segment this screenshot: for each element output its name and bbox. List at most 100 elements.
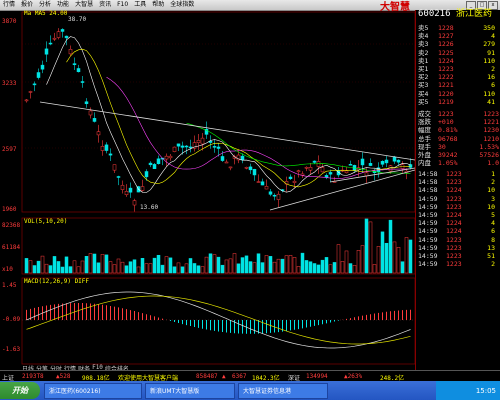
stat-value-right: 1230: [483, 126, 499, 135]
candle-body: [312, 160, 317, 163]
volume-bar: [92, 253, 97, 274]
stat-row: 幅度 0.81% 1230: [416, 126, 500, 134]
tick-time: 14:59: [418, 194, 438, 203]
volume-bar: [112, 264, 117, 274]
stat-value: 1.05%: [438, 159, 458, 168]
order-volume: 6: [491, 81, 495, 90]
tick-time: 14:58: [418, 186, 438, 195]
price-label: 1960: [2, 206, 17, 213]
volume-bar: [304, 260, 309, 274]
volume-bar: [200, 266, 205, 274]
volume-bar: [64, 256, 69, 274]
taskbar-item[interactable]: 新浪UMT大智慧版: [145, 382, 235, 399]
volume-bar: [204, 256, 209, 274]
macd-label: -1.63: [2, 346, 21, 353]
volume-bar: [228, 258, 233, 274]
tick-volume: 13: [487, 243, 495, 252]
menu-item[interactable]: 分析: [36, 0, 54, 10]
candle-body: [240, 155, 245, 161]
volume-bar: [48, 265, 53, 274]
order-price: 1225: [438, 48, 454, 57]
volume-bar: [68, 266, 73, 274]
tick-price: 1223: [446, 252, 462, 260]
order-price: 1226: [438, 40, 454, 49]
order-label: 卖4: [418, 32, 429, 41]
tick-price: 1223: [446, 260, 462, 269]
stat-label: 幅度: [418, 126, 431, 135]
tick-volume: 10: [487, 186, 495, 195]
volume-bar: [52, 256, 57, 274]
volume-bar: [384, 242, 389, 274]
order-row: 买2 1222 16: [416, 73, 500, 81]
volume-bar: [312, 263, 317, 274]
menu-item[interactable]: 行情: [0, 0, 18, 10]
order-price: 1228: [438, 24, 454, 32]
volume-bar: [156, 254, 161, 274]
order-volume: 2: [491, 65, 495, 73]
candle-body: [36, 72, 41, 78]
candle-body: [320, 167, 325, 173]
volume-bar: [288, 255, 293, 274]
macd-panel-header: MACD(12,26,9) DIFF: [24, 278, 90, 285]
order-price: 1221: [438, 81, 454, 90]
tick-row: 14:59 1223 10: [416, 203, 500, 211]
stat-value-right: 1.53%: [479, 142, 499, 151]
volume-bar: [212, 254, 217, 274]
menu-item[interactable]: 功能: [54, 0, 72, 10]
menu-item[interactable]: 工具: [131, 0, 149, 10]
volume-bar: [124, 265, 129, 274]
menu-item[interactable]: F10: [114, 0, 131, 10]
candle-body: [120, 184, 125, 190]
volume-bar: [40, 255, 45, 274]
candle-body: [32, 83, 37, 86]
volume-bar: [116, 258, 121, 274]
stat-row: 涨跌 +010 1221: [416, 118, 500, 126]
candle-body: [384, 159, 389, 164]
order-volume: 350: [483, 24, 495, 32]
candle-body: [148, 162, 153, 166]
tick-time: 14:59: [418, 227, 438, 236]
candle-body: [244, 167, 249, 169]
volume-bar: [372, 264, 377, 274]
volume-bar: [104, 254, 109, 274]
menu-item[interactable]: 全球指数: [167, 0, 197, 10]
stat-value: 30: [438, 142, 446, 151]
volume-bar: [80, 260, 85, 274]
candle-body: [256, 181, 261, 183]
stock-code: 600216: [418, 9, 451, 19]
volume-bar: [24, 258, 29, 274]
candle-body: [52, 37, 57, 40]
stat-value-right: 1223: [483, 110, 499, 118]
macd-label: 1.45: [2, 282, 17, 289]
kline-chart-svg[interactable]: [0, 10, 416, 370]
stock-name: 浙江医药: [456, 9, 493, 19]
volume-bar: [344, 250, 349, 274]
candle-body: [304, 166, 309, 169]
taskbar-item[interactable]: 浙江医药(600216): [44, 382, 142, 399]
menu-item[interactable]: 报价: [18, 0, 36, 10]
taskbar-item[interactable]: 大智慧证券信息港: [238, 382, 328, 399]
volume-bar: [396, 247, 401, 274]
menu-item[interactable]: 资讯: [96, 0, 114, 10]
tick-time: 14:58: [418, 170, 438, 178]
tick-volume: 5: [491, 211, 495, 219]
candle-body: [308, 167, 313, 171]
stat-value: +010: [438, 118, 454, 127]
menu-item[interactable]: 大智慧: [72, 0, 96, 10]
order-price: 1222: [438, 73, 454, 82]
candle-body: [248, 166, 253, 171]
chart-area[interactable]: Ma MA5 24.00 3870 3233 2597 1960 38.70 1…: [0, 10, 416, 373]
candle-body: [276, 193, 281, 200]
order-row: 卖5 1228 350: [416, 24, 500, 32]
quote-panel: 600216 浙江医药 卖5 1228 350 卖4 1227 4 卖3 1226 279 卖2 1…: [415, 10, 500, 370]
tick-time: 14:58: [418, 178, 438, 187]
tick-time: 14:59: [418, 243, 438, 252]
volume-bar: [248, 261, 253, 274]
menu-item[interactable]: 帮助: [149, 0, 167, 10]
volume-bar: [276, 258, 281, 274]
status-value: 134994: [306, 373, 328, 380]
start-button[interactable]: 开始: [0, 382, 40, 399]
order-price: 1219: [438, 97, 454, 106]
volume-bar: [380, 231, 385, 274]
volume-label: 82368: [2, 222, 21, 229]
